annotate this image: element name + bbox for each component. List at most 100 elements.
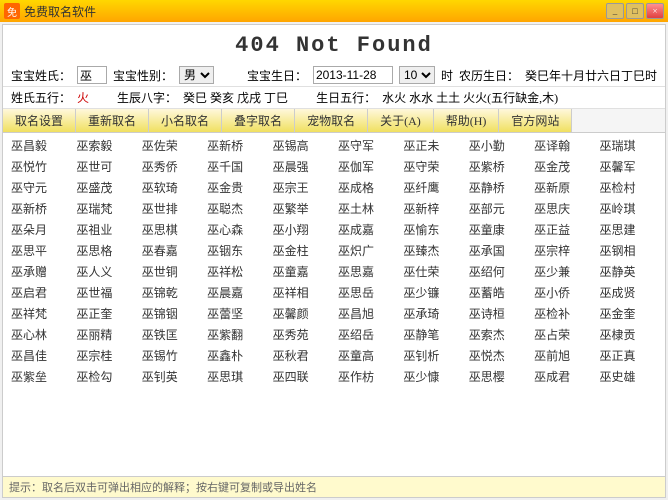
name-cell[interactable]: 巫繁举 — [269, 198, 334, 219]
name-cell[interactable]: 巫守军 — [334, 135, 399, 156]
name-cell[interactable]: 巫紫翻 — [203, 324, 268, 345]
name-cell[interactable]: 巫检补 — [530, 303, 595, 324]
name-cell[interactable]: 巫昌毅 — [7, 135, 72, 156]
name-cell[interactable]: 巫蓄皓 — [465, 282, 530, 303]
name-cell[interactable]: 巫金茂 — [530, 156, 595, 177]
name-cell[interactable]: 巫小翔 — [269, 219, 334, 240]
surname-input[interactable] — [77, 66, 107, 84]
name-cell[interactable]: 巫童康 — [465, 219, 530, 240]
name-cell[interactable]: 巫晨强 — [269, 156, 334, 177]
name-cell[interactable]: 巫小勤 — [465, 135, 530, 156]
name-cell[interactable]: 巫人义 — [72, 261, 137, 282]
name-cell[interactable]: 巫少慷 — [399, 366, 464, 387]
birthday-input[interactable] — [313, 66, 393, 84]
name-cell[interactable]: 巫思平 — [7, 240, 72, 261]
name-cell[interactable]: 巫新原 — [530, 177, 595, 198]
name-cell[interactable]: 巫紫垒 — [7, 366, 72, 387]
name-cell[interactable]: 巫宗王 — [269, 177, 334, 198]
name-cell[interactable]: 巫承赠 — [7, 261, 72, 282]
toolbar-btn-6[interactable]: 帮助(H) — [434, 109, 500, 132]
name-cell[interactable]: 巫春嘉 — [138, 240, 203, 261]
name-cell[interactable]: 巫宗桂 — [72, 345, 137, 366]
name-cell[interactable]: 巫佐荣 — [138, 135, 203, 156]
name-cell[interactable]: 巫鑫朴 — [203, 345, 268, 366]
name-cell[interactable]: 巫秀苑 — [269, 324, 334, 345]
hour-select[interactable]: 10 — [399, 66, 435, 84]
name-cell[interactable]: 巫绍何 — [465, 261, 530, 282]
name-cell[interactable]: 巫祥梵 — [7, 303, 72, 324]
name-cell[interactable]: 巫索毅 — [72, 135, 137, 156]
name-cell[interactable]: 巫静英 — [596, 261, 661, 282]
name-cell[interactable]: 巫思格 — [72, 240, 137, 261]
name-cell[interactable]: 巫钊英 — [138, 366, 203, 387]
name-cell[interactable]: 巫启君 — [7, 282, 72, 303]
name-cell[interactable]: 巫世福 — [72, 282, 137, 303]
name-cell[interactable]: 巫锦乾 — [138, 282, 203, 303]
name-cell[interactable]: 巫心林 — [7, 324, 72, 345]
name-cell[interactable]: 巫世铜 — [138, 261, 203, 282]
name-cell[interactable]: 巫昌旭 — [334, 303, 399, 324]
name-cell[interactable]: 巫承琦 — [399, 303, 464, 324]
name-cell[interactable]: 巫土林 — [334, 198, 399, 219]
toolbar-btn-1[interactable]: 重新取名 — [76, 109, 149, 132]
name-cell[interactable]: 巫思樱 — [465, 366, 530, 387]
name-cell[interactable]: 巫四联 — [269, 366, 334, 387]
name-cell[interactable]: 巫金柱 — [269, 240, 334, 261]
name-cell[interactable]: 巫世排 — [138, 198, 203, 219]
name-cell[interactable]: 巫炽广 — [334, 240, 399, 261]
name-cell[interactable]: 巫秋君 — [269, 345, 334, 366]
name-cell[interactable]: 巫少兼 — [530, 261, 595, 282]
name-cell[interactable]: 巫小侨 — [530, 282, 595, 303]
name-cell[interactable]: 巫索杰 — [465, 324, 530, 345]
name-cell[interactable]: 巫馨颜 — [269, 303, 334, 324]
name-cell[interactable]: 巫晨嘉 — [203, 282, 268, 303]
toolbar-btn-3[interactable]: 叠字取名 — [222, 109, 295, 132]
name-cell[interactable]: 巫思庆 — [530, 198, 595, 219]
maximize-button[interactable]: □ — [626, 3, 644, 19]
name-cell[interactable]: 巫译翰 — [530, 135, 595, 156]
name-cell[interactable]: 巫瑞琪 — [596, 135, 661, 156]
name-cell[interactable]: 巫新桥 — [7, 198, 72, 219]
name-cell[interactable]: 巫瑞梵 — [72, 198, 137, 219]
name-cell[interactable]: 巫仕荣 — [399, 261, 464, 282]
name-cell[interactable]: 巫铁匡 — [138, 324, 203, 345]
toolbar-btn-2[interactable]: 小名取名 — [149, 109, 222, 132]
name-cell[interactable]: 巫守荣 — [399, 156, 464, 177]
name-cell[interactable]: 巫正未 — [399, 135, 464, 156]
name-cell[interactable]: 巫前旭 — [530, 345, 595, 366]
name-cell[interactable]: 巫新桥 — [203, 135, 268, 156]
name-cell[interactable]: 巫史雄 — [596, 366, 661, 387]
name-cell[interactable]: 巫检村 — [596, 177, 661, 198]
name-cell[interactable]: 巫承国 — [465, 240, 530, 261]
name-cell[interactable]: 巫钢相 — [596, 240, 661, 261]
name-cell[interactable]: 巫思建 — [596, 219, 661, 240]
name-cell[interactable]: 巫成嘉 — [334, 219, 399, 240]
name-cell[interactable]: 巫锦铟 — [138, 303, 203, 324]
name-cell[interactable]: 巫正真 — [596, 345, 661, 366]
name-cell[interactable]: 巫思岳 — [334, 282, 399, 303]
name-cell[interactable]: 巫金奎 — [596, 303, 661, 324]
name-cell[interactable]: 巫聪杰 — [203, 198, 268, 219]
window-controls[interactable]: _ □ × — [606, 3, 664, 19]
name-cell[interactable]: 巫思棋 — [138, 219, 203, 240]
name-cell[interactable]: 巫岭琪 — [596, 198, 661, 219]
name-cell[interactable]: 巫童高 — [334, 345, 399, 366]
toolbar-btn-0[interactable]: 取名设置 — [3, 109, 76, 132]
name-cell[interactable]: 巫部元 — [465, 198, 530, 219]
name-cell[interactable]: 巫占荣 — [530, 324, 595, 345]
name-cell[interactable]: 巫臻杰 — [399, 240, 464, 261]
name-cell[interactable]: 巫思琪 — [203, 366, 268, 387]
name-cell[interactable]: 巫钊析 — [399, 345, 464, 366]
name-cell[interactable]: 巫朵月 — [7, 219, 72, 240]
toolbar-btn-5[interactable]: 关于(A) — [368, 109, 434, 132]
toolbar-btn-4[interactable]: 宠物取名 — [295, 109, 368, 132]
name-cell[interactable]: 巫紫桥 — [465, 156, 530, 177]
name-cell[interactable]: 巫愉东 — [399, 219, 464, 240]
name-cell[interactable]: 巫心森 — [203, 219, 268, 240]
name-cell[interactable]: 巫馨军 — [596, 156, 661, 177]
name-cell[interactable]: 巫棣贡 — [596, 324, 661, 345]
name-cell[interactable]: 巫世可 — [72, 156, 137, 177]
name-cell[interactable]: 巫丽精 — [72, 324, 137, 345]
name-cell[interactable]: 巫静笔 — [399, 324, 464, 345]
name-cell[interactable]: 巫成君 — [530, 366, 595, 387]
